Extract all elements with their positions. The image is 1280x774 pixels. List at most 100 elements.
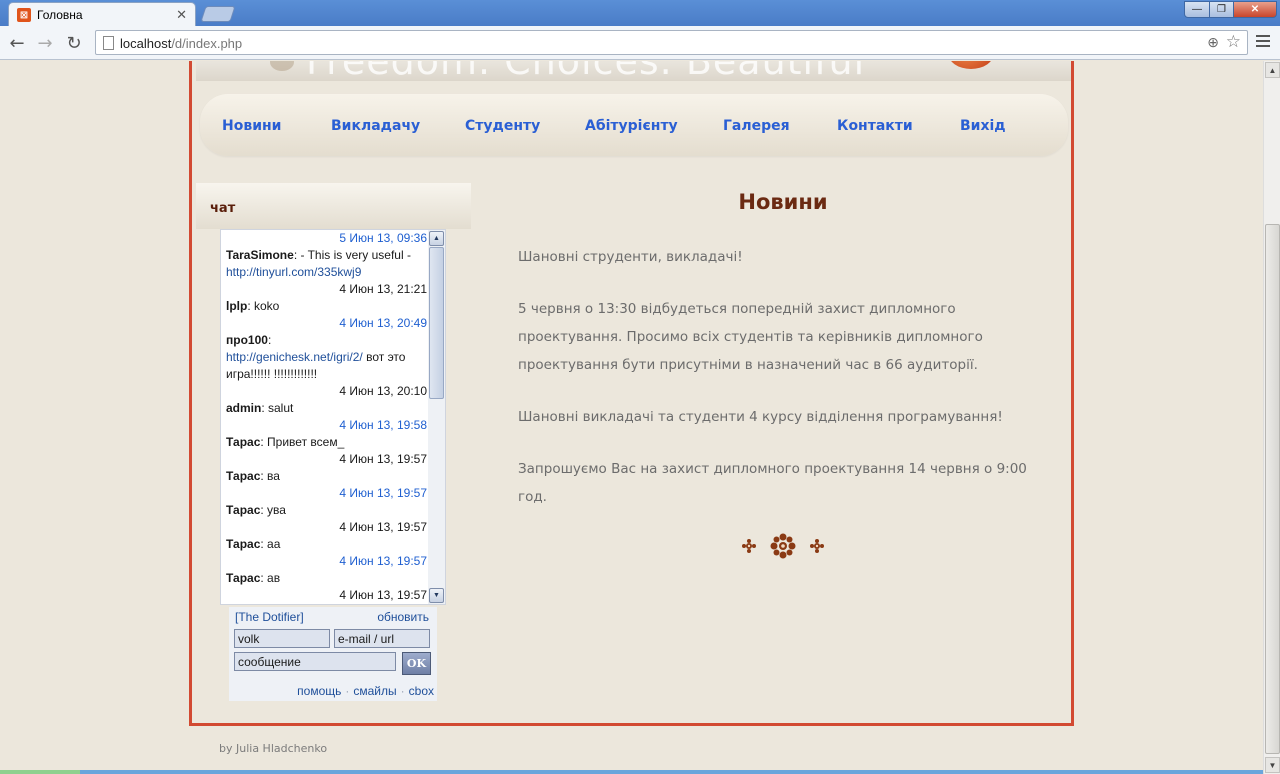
- name-input[interactable]: [234, 629, 330, 648]
- url-text[interactable]: localhost/d/index.php: [120, 36, 242, 51]
- chat-message: 4 Июн 13, 20:10 admin: salut: [221, 383, 429, 417]
- message-body: TaraSimone: - This is very useful - http…: [221, 247, 429, 281]
- message-time: 4 Июн 13, 19:57: [339, 486, 427, 500]
- message-text: : koko: [247, 299, 280, 313]
- menu-item-news[interactable]: Новини: [222, 118, 282, 134]
- forward-arrow-icon[interactable]: →: [34, 32, 56, 54]
- message-input[interactable]: [234, 652, 396, 671]
- message-body: про100: http://genichesk.net/igri/2/ вот…: [221, 332, 429, 383]
- message-body: Тарас: аа: [221, 536, 429, 553]
- chat-footer-links: помощь · смайлы · cbox: [297, 684, 434, 698]
- message-link[interactable]: http://tinyurl.com/335kwj9: [226, 265, 361, 279]
- chat-scrollbar-thumb[interactable]: [429, 247, 444, 399]
- message-body: Тарас: ав: [221, 570, 429, 587]
- news-title: Новини: [738, 190, 828, 214]
- tab-close-icon[interactable]: ✕: [176, 7, 187, 23]
- maximize-button[interactable]: ❐: [1209, 1, 1234, 18]
- zoom-icon[interactable]: ⊕: [1207, 34, 1219, 51]
- message-author: Тарас: [226, 435, 261, 449]
- message-time: 4 Июн 13, 19:58: [339, 418, 427, 432]
- page-scrollbar[interactable]: ▲ ▼: [1263, 61, 1280, 774]
- message-text: : ва: [260, 469, 280, 483]
- banner-orb-image: [948, 61, 994, 69]
- back-arrow-icon[interactable]: ←: [6, 32, 28, 54]
- message-time: 4 Июн 13, 20:10: [339, 384, 427, 398]
- message-body: Тарас: ва: [221, 468, 429, 485]
- message-text: : Привет всем_: [260, 435, 345, 449]
- menu-item-teachers[interactable]: Викладачу: [331, 118, 420, 134]
- scroll-down-arrow-icon[interactable]: ▼: [1265, 757, 1280, 773]
- page-icon: [103, 36, 114, 50]
- email-url-input[interactable]: [334, 629, 430, 648]
- submit-message-button[interactable]: OK: [402, 652, 431, 675]
- chrome-menu-icon[interactable]: [1256, 35, 1270, 49]
- chat-scroll-up-icon[interactable]: ▲: [429, 231, 444, 246]
- message-time: 4 Июн 13, 20:49: [339, 316, 427, 330]
- message-author: Тарас: [226, 537, 261, 551]
- url-path: /d/index.php: [171, 36, 243, 51]
- page-scrollbar-thumb[interactable]: [1265, 224, 1280, 754]
- close-window-button[interactable]: ✕: [1233, 1, 1277, 18]
- message-time: 5 Июн 13, 09:36: [339, 231, 427, 245]
- message-text: :: [267, 333, 272, 347]
- cbox-link[interactable]: cbox: [409, 684, 434, 698]
- chat-message: 4 Июн 13, 19:57 Тарас: ва: [221, 451, 429, 485]
- menu-item-logout[interactable]: Вихід: [960, 118, 1006, 134]
- reload-icon[interactable]: ↻: [63, 32, 85, 54]
- dotifier-link[interactable]: [The Dotifier]: [235, 610, 304, 624]
- banner-flower-image: [270, 61, 294, 71]
- news-paragraph: 5 червня о 13:30 відбудеться попередній …: [518, 301, 983, 373]
- message-text: : ува: [260, 503, 286, 517]
- menu-item-gallery[interactable]: Галерея: [723, 118, 790, 134]
- message-author: Тарас: [226, 503, 261, 517]
- chat-message: 4 Июн 13, 19:57 Тарас: аа: [221, 519, 429, 553]
- url-host: localhost: [120, 36, 172, 51]
- message-author: lplp: [226, 299, 248, 313]
- menu-item-students[interactable]: Студенту: [465, 118, 540, 134]
- chat-scroll-down-icon[interactable]: ▼: [429, 588, 444, 603]
- chat-message: 4 Июн 13, 19:58 Тарас: Привет всем_: [221, 417, 429, 451]
- news-body: Шановні струденти, викладачі! 5 червня о…: [518, 243, 1050, 535]
- smileys-link[interactable]: смайлы: [353, 684, 396, 698]
- message-author: admin: [226, 401, 262, 415]
- message-author: про100: [226, 333, 268, 347]
- message-time: 4 Июн 13, 19:57: [339, 554, 427, 568]
- message-text: : аа: [260, 537, 281, 551]
- message-text: : ав: [260, 571, 281, 585]
- chat-message: 4 Июн 13, 19:57 Тарас: ав: [221, 553, 429, 587]
- new-tab-button[interactable]: [200, 6, 236, 22]
- chat-header: чат: [196, 183, 471, 229]
- message-author: TaraSimone: [226, 248, 294, 262]
- message-link[interactable]: http://genichesk.net/igri/2/: [226, 350, 363, 364]
- taskbar-edge: [0, 770, 1263, 774]
- address-bar[interactable]: localhost/d/index.php ⊕ ☆: [95, 30, 1248, 55]
- refresh-link[interactable]: обновить: [377, 610, 429, 624]
- message-text: : salut: [261, 401, 294, 415]
- browser-tab[interactable]: ⊠ Головна ✕: [8, 2, 196, 27]
- news-paragraph: Шановні струденти, викладачі!: [518, 249, 743, 265]
- chat-form: [The Dotifier] обновить OK помощь · смайлы…: [229, 607, 437, 701]
- message-body: admin: salut: [221, 400, 429, 417]
- help-link[interactable]: помощь: [297, 684, 341, 698]
- bookmark-star-icon[interactable]: ☆: [1226, 32, 1241, 52]
- chat-message: 4 Июн 13, 19:57 Тарас: ува: [221, 485, 429, 519]
- chat-message: 5 Июн 13, 09:36 TaraSimone: - This is ve…: [221, 230, 429, 281]
- menu-item-applicants[interactable]: Абітурієнту: [585, 118, 678, 134]
- message-body: Тарас: Привет всем_: [221, 434, 429, 451]
- scroll-up-arrow-icon[interactable]: ▲: [1265, 62, 1280, 78]
- message-time: 4 Июн 13, 19:57: [339, 588, 427, 602]
- message-time: 4 Июн 13, 19:57: [339, 520, 427, 534]
- news-paragraph: Запрошуємо Вас на захист дипломного прое…: [518, 461, 1027, 505]
- main-menu: Новини Викладачу Студенту Абітурієнту Га…: [200, 94, 1068, 156]
- minimize-button[interactable]: —: [1184, 1, 1210, 18]
- chat-message: 4 Июн 13, 19:57: [221, 587, 429, 604]
- message-time: 4 Июн 13, 19:57: [339, 452, 427, 466]
- chat-log[interactable]: 5 Июн 13, 09:36 TaraSimone: - This is ve…: [220, 229, 446, 605]
- message-author: Тарас: [226, 469, 261, 483]
- chat-title: чат: [210, 201, 236, 216]
- site-frame: Freedom. Choices. Beautiful Новини Викла…: [189, 61, 1074, 726]
- banner-slogan: Freedom. Choices. Beautiful: [306, 61, 865, 81]
- menu-item-contacts[interactable]: Контакти: [837, 118, 913, 134]
- separator: ·: [400, 684, 405, 698]
- chat-scrollbar[interactable]: ▲ ▼: [428, 230, 445, 604]
